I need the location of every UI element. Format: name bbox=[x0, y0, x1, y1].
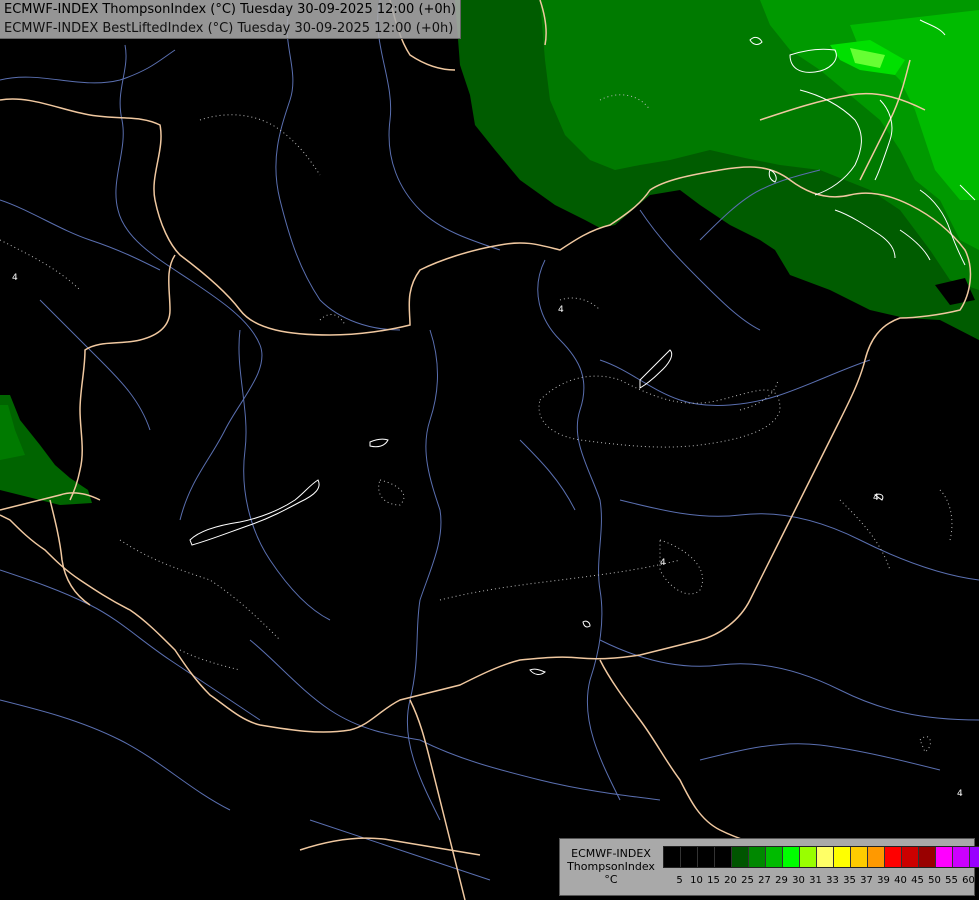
legend-swatch bbox=[851, 847, 868, 867]
legend-swatch bbox=[749, 847, 766, 867]
map-title-box: ECMWF-INDEX ThompsonIndex (°C) Tuesday 3… bbox=[0, 0, 461, 39]
legend-spacer bbox=[663, 874, 671, 887]
contour-label: 4 bbox=[660, 558, 666, 568]
legend-tick-label: 50 bbox=[928, 875, 941, 886]
legend-swatch bbox=[902, 847, 919, 867]
contour-label: 4 bbox=[558, 305, 564, 315]
legend-swatch bbox=[834, 847, 851, 867]
legend-tick-label: 27 bbox=[758, 875, 771, 886]
legend-tick-label: 33 bbox=[826, 875, 839, 886]
legend-tick-label: 45 bbox=[911, 875, 924, 886]
legend-tick-label: 31 bbox=[809, 875, 822, 886]
legend-tick-label: 29 bbox=[775, 875, 788, 886]
legend-swatch bbox=[800, 847, 817, 867]
legend-swatch bbox=[664, 847, 681, 867]
contour-label: 4 bbox=[12, 273, 18, 283]
color-legend: ECMWF-INDEX ThompsonIndex °C 5 10 15 20 25 27… bbox=[559, 838, 979, 896]
map-canvas[interactable]: 4 4 4 4 4 bbox=[0, 0, 979, 900]
legend-tick-labels: 5 10 15 20 25 27 29 30 31 33 35 37 39 40 45 50 55 60 bbox=[663, 874, 977, 887]
legend-parameter: ThompsonIndex bbox=[567, 860, 655, 873]
legend-tick-label: 25 bbox=[741, 875, 754, 886]
legend-swatch bbox=[681, 847, 698, 867]
legend-swatch bbox=[732, 847, 749, 867]
legend-tick-label: 39 bbox=[877, 875, 890, 886]
legend-tick-label: 55 bbox=[945, 875, 958, 886]
legend-swatch bbox=[783, 847, 800, 867]
legend-title: ECMWF-INDEX ThompsonIndex °C bbox=[563, 847, 659, 886]
legend-swatch bbox=[970, 847, 979, 867]
legend-tick-label: 10 bbox=[690, 875, 703, 886]
legend-tick-label: 60 bbox=[962, 875, 975, 886]
legend-swatch bbox=[715, 847, 732, 867]
contour-label: 4 bbox=[873, 493, 879, 503]
legend-unit: °C bbox=[604, 873, 618, 886]
legend-swatch bbox=[936, 847, 953, 867]
legend-swatch bbox=[817, 847, 834, 867]
legend-tick-label: 35 bbox=[843, 875, 856, 886]
legend-source: ECMWF-INDEX bbox=[571, 847, 651, 860]
legend-swatches bbox=[663, 846, 979, 868]
map-title-bestlifted: ECMWF-INDEX BestLiftedIndex (°C) Tuesday… bbox=[4, 21, 454, 36]
legend-swatch bbox=[919, 847, 936, 867]
legend-tick-label: 37 bbox=[860, 875, 873, 886]
legend-tick-label: 30 bbox=[792, 875, 805, 886]
legend-tick-label: 5 bbox=[676, 875, 683, 886]
legend-swatch bbox=[698, 847, 715, 867]
contour-label: 4 bbox=[957, 789, 963, 799]
legend-swatch bbox=[885, 847, 902, 867]
legend-swatch bbox=[953, 847, 970, 867]
legend-tick-label: 20 bbox=[724, 875, 737, 886]
legend-swatch bbox=[868, 847, 885, 867]
legend-swatch bbox=[766, 847, 783, 867]
map-title-thompson: ECMWF-INDEX ThompsonIndex (°C) Tuesday 3… bbox=[4, 2, 456, 17]
legend-tick-label: 15 bbox=[707, 875, 720, 886]
legend-tick-label: 40 bbox=[894, 875, 907, 886]
